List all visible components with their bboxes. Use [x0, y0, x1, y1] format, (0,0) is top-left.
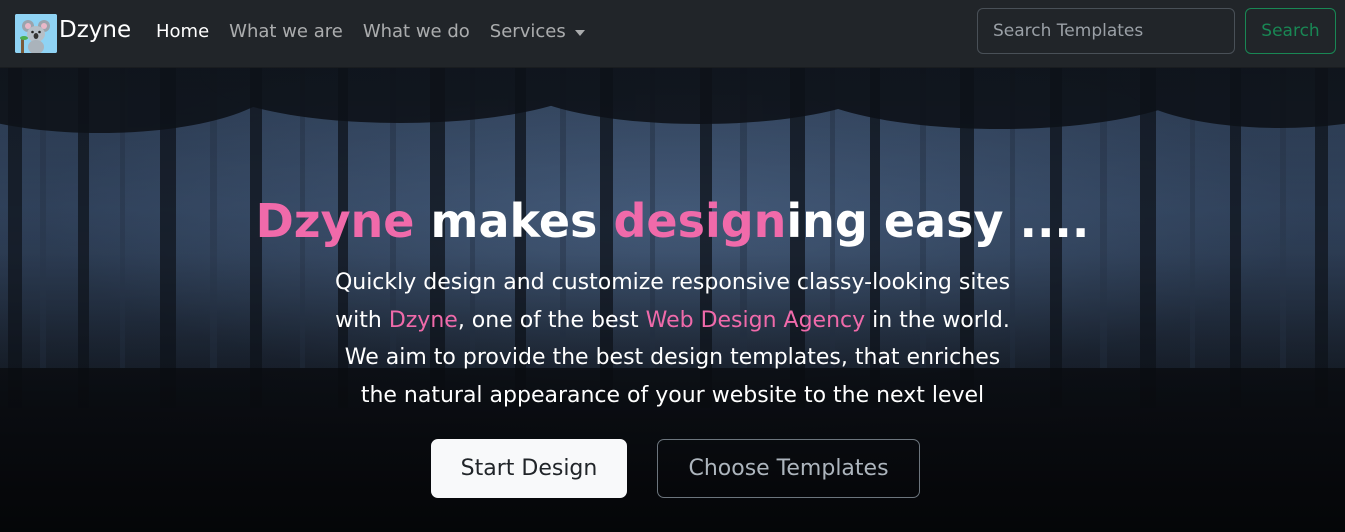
subtext-line-2-a: with [335, 307, 389, 333]
hero-section: Dzyne makes designing easy .... Quickly … [0, 68, 1345, 532]
subtext-line-1: Quickly design and customize responsive … [334, 270, 1011, 295]
search-button[interactable]: Search [1245, 8, 1336, 54]
nav-links: Home What we are What we do Services [156, 21, 605, 42]
nav-item-home[interactable]: Home [156, 21, 209, 42]
subtext-line-2-e: in the world. [865, 307, 1010, 333]
headline-text-2: ing easy .... [786, 194, 1090, 248]
subtext-line-2-c: , one of the best [457, 307, 646, 333]
hero-subtext: Quickly design and customize responsive … [0, 264, 1345, 414]
choose-templates-button[interactable]: Choose Templates [657, 439, 920, 498]
nav-item-what-we-are[interactable]: What we are [229, 21, 343, 42]
headline-text-1: makes [414, 194, 614, 248]
navbar: Dzyne Home What we are What we do Servic… [0, 0, 1345, 68]
subtext-line-2: with Dzyne, one of the best Web Design A… [0, 302, 1345, 340]
nav-item-services-label: Services [489, 21, 566, 42]
subtext-line-4: the natural appearance of your website t… [360, 382, 985, 408]
hero-headline: Dzyne makes designing easy .... [0, 194, 1345, 248]
subtext-agency: Web Design Agency [645, 307, 866, 333]
brand-link[interactable]: Dzyne [15, 14, 131, 53]
headline-highlight: design [613, 194, 787, 248]
search-input[interactable] [977, 8, 1235, 54]
caret-down-icon [574, 29, 585, 36]
subtext-line-3: We aim to provide the best design templa… [344, 345, 1001, 370]
nav-item-what-we-do[interactable]: What we do [363, 21, 470, 42]
start-design-button[interactable]: Start Design [431, 439, 627, 498]
brand-name: Dzyne [59, 16, 132, 43]
headline-brand: Dzyne [255, 194, 415, 248]
subtext-brand: Dzyne [388, 307, 458, 333]
nav-item-services[interactable]: Services [490, 21, 585, 42]
koala-logo-icon [15, 14, 57, 53]
